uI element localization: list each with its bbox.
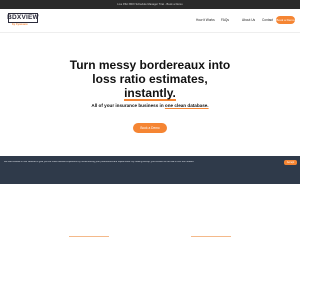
divider-left — [69, 236, 109, 237]
logo-tagline: by Cynosure — [12, 22, 28, 26]
nav-contact[interactable]: Contact — [262, 17, 273, 23]
site-header: BDXVIEW by Cynosure How it Works FAQs Ab… — [0, 9, 300, 33]
hero-title-line-1: Turn messy bordereaux into — [69, 58, 231, 72]
logo-name: BDXVIEW — [7, 13, 39, 21]
hero-title-line-2: loss ratio estimates, — [92, 72, 208, 86]
hero-title: Turn messy bordereaux into loss ratio es… — [0, 58, 300, 101]
hero-subheading-prefix: All of your insurance business in — [91, 103, 165, 108]
hero-subheading: All of your insurance business in one cl… — [0, 103, 300, 108]
logo-box: BDXVIEW — [7, 13, 39, 23]
header-demo-button[interactable]: Book a Demo — [276, 16, 295, 24]
logo[interactable]: BDXVIEW by Cynosure — [7, 13, 39, 28]
hero-subheading-emphasis: one clean database. — [164, 103, 209, 108]
nav-about-us[interactable]: About Us — [242, 17, 255, 23]
divider-right — [191, 236, 231, 237]
nav-faqs[interactable]: FAQs — [221, 17, 229, 23]
hero-demo-button[interactable]: Book a Demo — [133, 123, 167, 133]
announcement-bar: Live P&C BDX Schedule Manager Trial - Bo… — [0, 0, 300, 9]
nav-how-it-works[interactable]: How it Works — [196, 17, 215, 23]
cookie-banner: We use cookies on our website to give yo… — [0, 156, 300, 184]
announcement-text[interactable]: Live P&C BDX Schedule Manager Trial - Bo… — [117, 3, 182, 6]
hero-title-line-3: instantly. — [124, 86, 176, 101]
cookie-text: We use cookies on our website to give yo… — [4, 161, 195, 163]
cookie-accept-button[interactable]: Accept — [284, 160, 297, 165]
